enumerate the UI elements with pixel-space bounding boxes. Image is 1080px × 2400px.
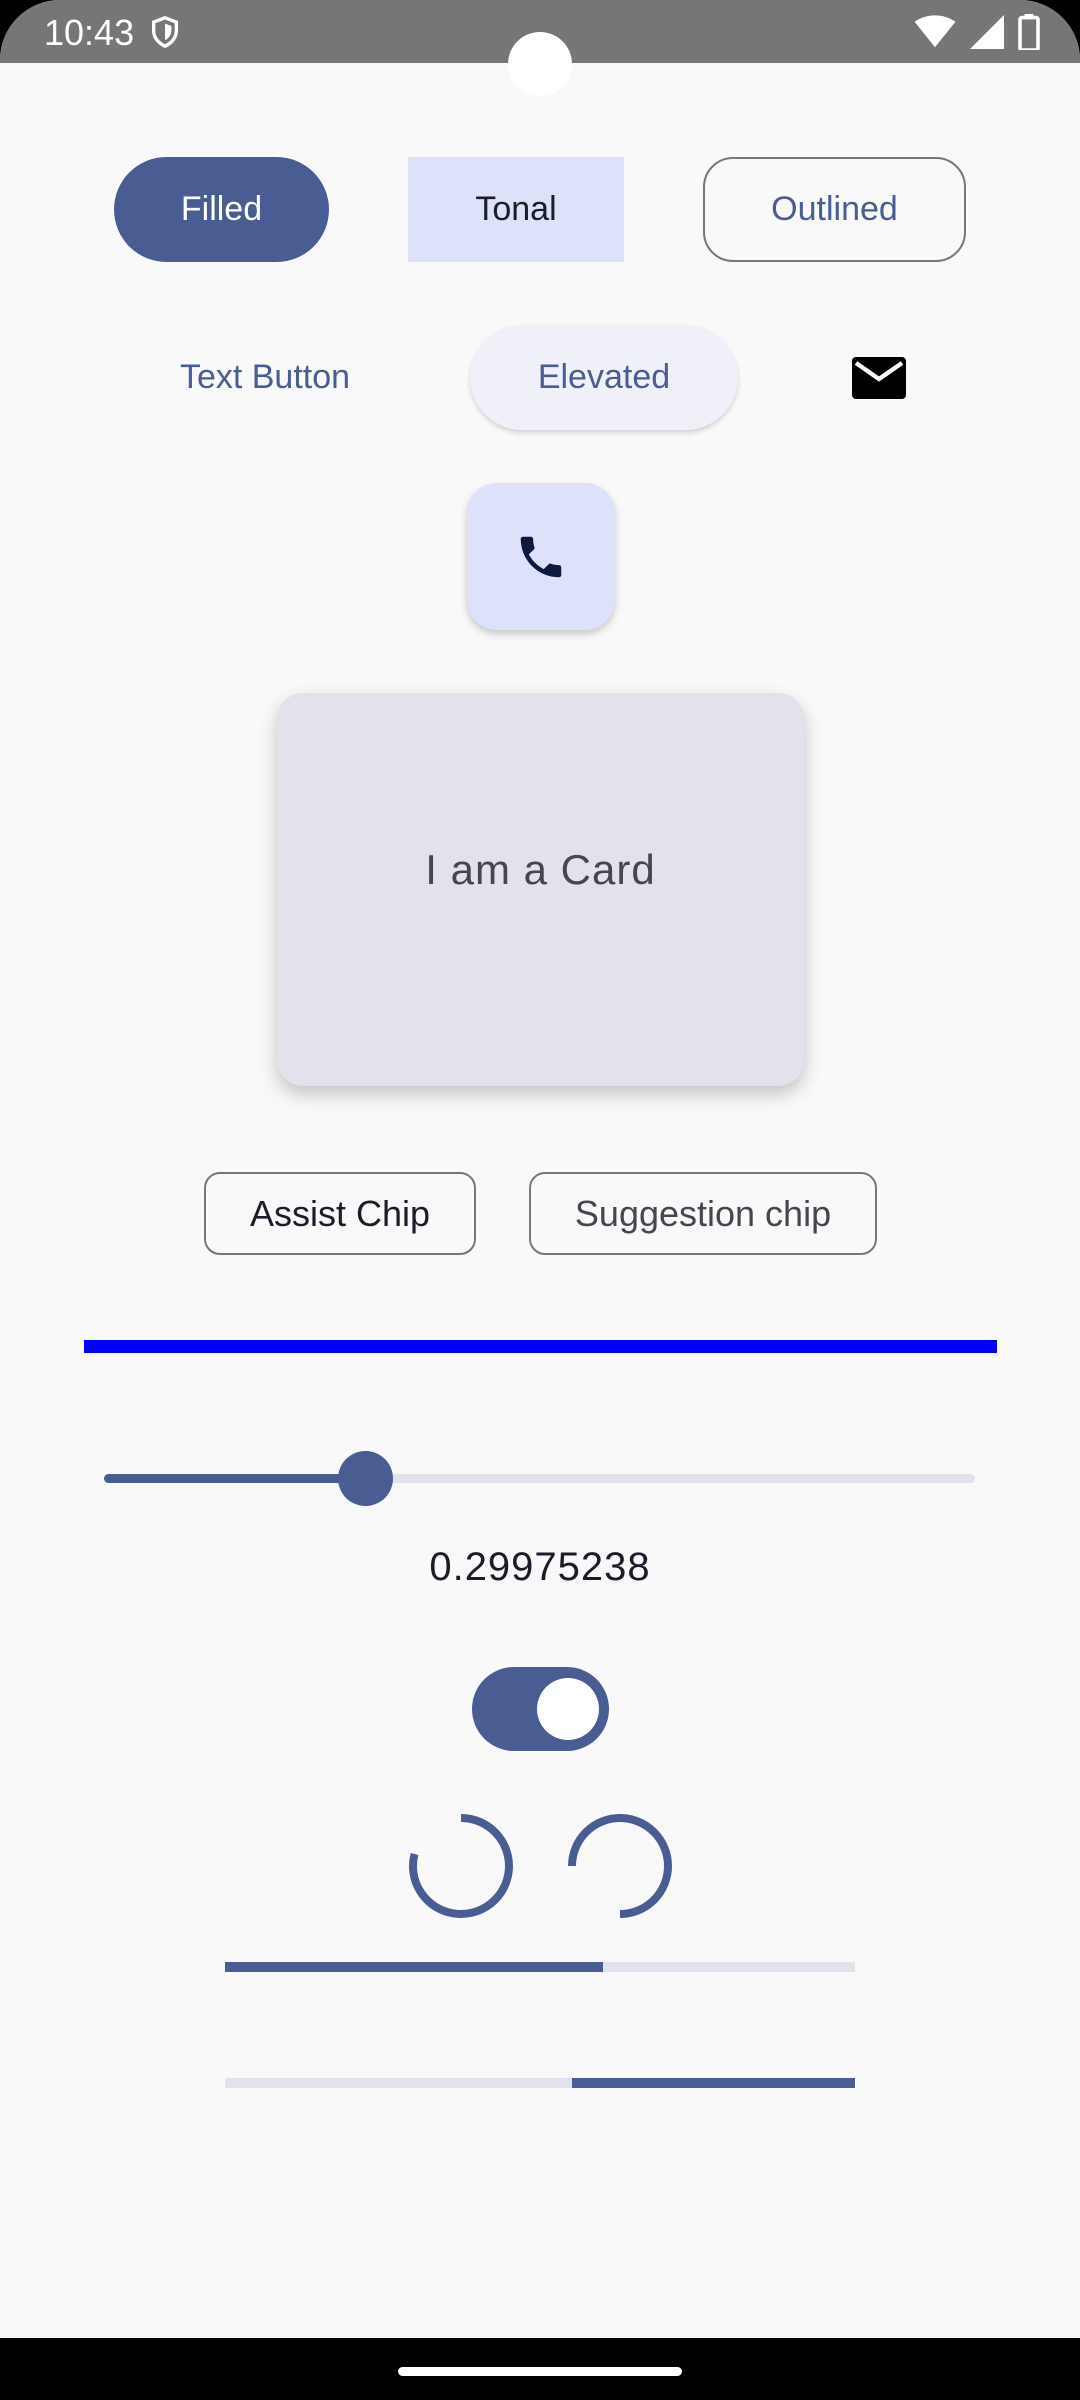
wifi-icon [914, 15, 956, 48]
linear-progress-indicator [225, 1962, 855, 1972]
slider-active-track [104, 1474, 366, 1483]
card[interactable]: I am a Card [277, 693, 804, 1086]
home-handle[interactable] [398, 2367, 682, 2376]
call-fab-button[interactable] [467, 483, 615, 630]
tonal-button[interactable]: Tonal [408, 157, 624, 262]
camera-cutout [508, 32, 572, 96]
linear-progress-fill [225, 1962, 603, 1972]
outlined-button[interactable]: Outlined [703, 157, 966, 262]
battery-icon [1018, 14, 1040, 50]
shield-icon [151, 16, 179, 49]
toggle-switch[interactable] [472, 1667, 609, 1751]
switch-thumb [537, 1678, 599, 1740]
linear-progress-fill [571, 2078, 855, 2088]
mail-icon[interactable] [852, 357, 906, 399]
blue-divider [84, 1340, 997, 1353]
elevated-button[interactable]: Elevated [470, 325, 738, 430]
linear-progress-indeterminate [225, 2078, 855, 2088]
filled-button[interactable]: Filled [114, 157, 329, 262]
status-icons [914, 12, 1040, 52]
circular-progress-indicator [408, 1814, 513, 1918]
suggestion-chip[interactable]: Suggestion chip [529, 1172, 877, 1255]
status-time: 10:43 [44, 12, 135, 53]
slider-value-text: 0.29975238 [429, 1545, 651, 1589]
app-screen: 10:43 Filled Tonal Outlined Text Button … [0, 0, 1080, 2400]
assist-chip[interactable]: Assist Chip [204, 1172, 476, 1255]
signal-icon [970, 15, 1004, 49]
circular-progress-indicator [568, 1814, 672, 1918]
phone-icon [520, 536, 562, 577]
slider-thumb[interactable] [338, 1451, 394, 1506]
text-button[interactable]: Text Button [150, 325, 380, 430]
card-text: I am a Card [425, 845, 656, 893]
